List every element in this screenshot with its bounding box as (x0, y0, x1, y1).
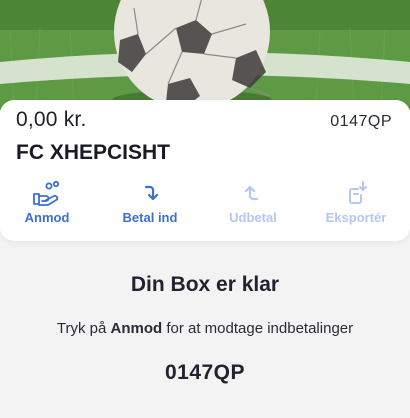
account-name: FC XHEPCISHT (16, 141, 171, 164)
instruction-emphasis: Anmod (110, 320, 163, 337)
deposit-label: Betal ind (122, 210, 178, 225)
hero-image (0, 0, 410, 110)
request-label: Anmod (24, 210, 70, 225)
withdraw-button[interactable]: Udbetal (203, 180, 303, 232)
hand-coins-icon (30, 180, 64, 206)
soccer-ball-illustration (0, 0, 410, 110)
balance-amount: 0,00 kr. (16, 108, 87, 131)
instruction-suffix: for at modtage indbetalinger (166, 320, 354, 337)
box-ready-title: Din Box er klar (130, 273, 280, 296)
account-code: 0147QP (330, 113, 392, 130)
withdraw-label: Udbetal (229, 210, 277, 225)
instruction-prefix: Tryk på (56, 320, 107, 337)
export-label: Eksportér (325, 210, 387, 225)
account-card: 0,00 kr. 0147QP FC XHEPCISHT Anmod Betal… (0, 100, 410, 241)
arrow-down-right-icon (133, 180, 167, 206)
action-bar: Anmod Betal ind Udbetal Eksportér (0, 180, 410, 232)
box-instruction: Tryk på Anmod for at modtage indbetaling… (0, 320, 410, 337)
deposit-button[interactable]: Betal ind (100, 180, 200, 232)
export-button[interactable]: Eksportér (306, 180, 406, 232)
export-document-icon (339, 180, 373, 206)
request-button[interactable]: Anmod (0, 180, 97, 232)
arrow-up-left-icon (236, 180, 270, 206)
box-code: 0147QP (164, 361, 246, 384)
